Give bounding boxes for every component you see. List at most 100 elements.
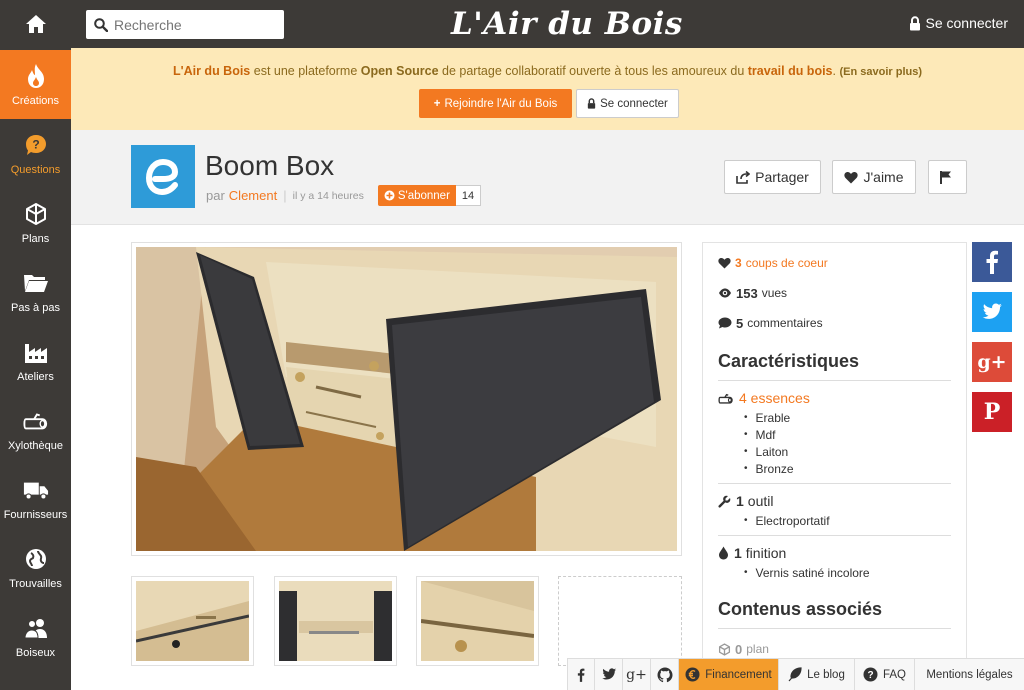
sidebar-item-boiseux[interactable]: Boiseux: [0, 602, 71, 671]
subscribe-button[interactable]: S'abonner: [377, 185, 456, 206]
facebook-share-button[interactable]: [972, 242, 1012, 282]
folder-icon: [23, 270, 49, 296]
facebook-icon: [577, 668, 585, 682]
site-logo[interactable]: L'Air du Bois: [451, 6, 683, 42]
sidebar-item-creations[interactable]: Créations: [0, 50, 71, 119]
sidebar-item-fournisseurs[interactable]: Fournisseurs: [0, 464, 71, 533]
sidebar-item-label: Pas à pas: [11, 301, 60, 314]
thumbnail-photo: [136, 581, 249, 661]
list-item: Electroportatif: [744, 512, 951, 529]
footer-twitter-link[interactable]: [594, 659, 622, 690]
login-link[interactable]: Se connecter: [909, 15, 1009, 31]
thumbnail-3[interactable]: [416, 576, 539, 666]
search-input[interactable]: [114, 16, 274, 33]
post-header: Boom Box par Clement | il y a 14 heures …: [71, 130, 1024, 225]
learn-more-link[interactable]: (En savoir plus): [839, 66, 922, 78]
species-list: Erable Mdf Laiton Bronze: [744, 409, 951, 477]
creation-category-icon: [131, 145, 195, 208]
wrench-icon: [718, 495, 731, 508]
footer-faq-link[interactable]: ? FAQ: [854, 659, 914, 690]
footer-blog-link[interactable]: Le blog: [778, 659, 854, 690]
heart-icon: [718, 257, 731, 269]
tools-list: Electroportatif: [744, 512, 951, 529]
report-button[interactable]: [928, 160, 967, 194]
views-stat: 153 vues: [718, 283, 951, 303]
facebook-icon: [986, 250, 998, 274]
sidebar-item-label: Xylothèque: [7, 439, 64, 452]
banner-login-button[interactable]: Se connecter: [576, 89, 679, 118]
share-icon: [736, 170, 751, 184]
thumbnail-photo: [421, 581, 534, 661]
species-header[interactable]: 4 essences: [718, 387, 951, 409]
lock-icon: [587, 98, 596, 109]
sidebar-item-label: Fournisseurs: [3, 508, 68, 521]
list-item: Bronze: [744, 460, 951, 477]
subscribe-control: S'abonner 14: [377, 185, 482, 206]
droplet-icon: [719, 546, 728, 560]
svg-text:?: ?: [867, 670, 873, 681]
banner-message: L'Air du Bois est une plateforme Open So…: [172, 64, 923, 78]
footer-financement-link[interactable]: Financement: [678, 659, 778, 690]
plus-icon: +: [433, 97, 441, 110]
search-icon: [94, 17, 108, 32]
finish-list: Vernis satiné incolore: [744, 564, 951, 581]
share-button[interactable]: Partager: [724, 160, 821, 194]
sidebar-item-xylotheque[interactable]: Xylothèque: [0, 395, 71, 464]
tools-header: 1 outil: [718, 490, 951, 512]
sidebar-nav: Créations ? Questions Plans Pas à pas At…: [0, 0, 71, 690]
sidebar-item-trouvailles[interactable]: Trouvailles: [0, 533, 71, 602]
sidebar-item-label: Boiseux: [15, 646, 56, 659]
google-plus-share-button[interactable]: g+: [972, 342, 1012, 382]
cube-icon: [718, 642, 731, 656]
thumbnail-placeholder: [558, 576, 682, 666]
author-link[interactable]: Clement: [229, 188, 277, 203]
likes-stat: 3 coups de coeur: [718, 253, 951, 273]
euro-coin-icon: [685, 667, 700, 682]
sidebar-item-label: Créations: [11, 94, 60, 107]
list-item: Erable: [744, 409, 951, 426]
flame-icon: [23, 63, 49, 89]
post-meta: par Clement | il y a 14 heures S'abonner…: [206, 185, 482, 206]
list-item: Vernis satiné incolore: [744, 564, 951, 581]
truck-icon: [23, 477, 49, 503]
main-photo[interactable]: [131, 242, 682, 556]
boom-box-photo: [136, 247, 677, 551]
characteristics-heading: Caractéristiques: [718, 351, 951, 381]
svg-text:?: ?: [32, 137, 39, 151]
related-plans[interactable]: 0 plan: [718, 639, 951, 659]
login-label: Se connecter: [925, 15, 1009, 31]
like-button[interactable]: J'aime: [832, 160, 916, 194]
join-button[interactable]: + Rejoindre l'Air du Bois: [419, 89, 572, 118]
pinterest-share-button[interactable]: P: [972, 392, 1012, 432]
comment-icon: [718, 317, 732, 329]
flag-icon: [939, 171, 951, 184]
page-title: Boom Box: [205, 150, 335, 181]
finish-header: 1 finition: [718, 542, 951, 564]
tools-group: 1 outil Electroportatif: [718, 484, 951, 536]
home-button[interactable]: [0, 0, 71, 48]
sidebar-item-questions[interactable]: ? Questions: [0, 119, 71, 188]
likes-link[interactable]: coups de coeur: [746, 256, 828, 270]
sidebar-item-ateliers[interactable]: Ateliers: [0, 326, 71, 395]
home-icon: [25, 15, 46, 33]
lock-icon: [909, 15, 920, 30]
sidebar-item-pas-a-pas[interactable]: Pas à pas: [0, 257, 71, 326]
footer-github-link[interactable]: [650, 659, 678, 690]
thumbnail-photo: [279, 581, 392, 661]
post-timestamp: il y a 14 heures: [292, 189, 364, 202]
thumbnail-2[interactable]: [274, 576, 397, 666]
info-panel: 3 coups de coeur 153 vues 5 commentaires…: [702, 242, 967, 662]
search-box[interactable]: [86, 10, 284, 39]
plus-circle-icon: [384, 190, 395, 201]
thumbnail-1[interactable]: [131, 576, 254, 666]
footer-legal-link[interactable]: Mentions légales: [914, 659, 1024, 690]
pinterest-icon: P: [983, 399, 1001, 425]
species-group: 4 essences Erable Mdf Laiton Bronze: [718, 381, 951, 484]
google-plus-icon: g+: [977, 351, 1007, 373]
twitter-share-button[interactable]: [972, 292, 1012, 332]
footer-facebook-link[interactable]: [567, 659, 594, 690]
sidebar-item-plans[interactable]: Plans: [0, 188, 71, 257]
feather-icon: [788, 667, 802, 682]
sidebar-item-label: Questions: [10, 163, 61, 176]
footer-google-plus-link[interactable]: g+: [622, 659, 650, 690]
